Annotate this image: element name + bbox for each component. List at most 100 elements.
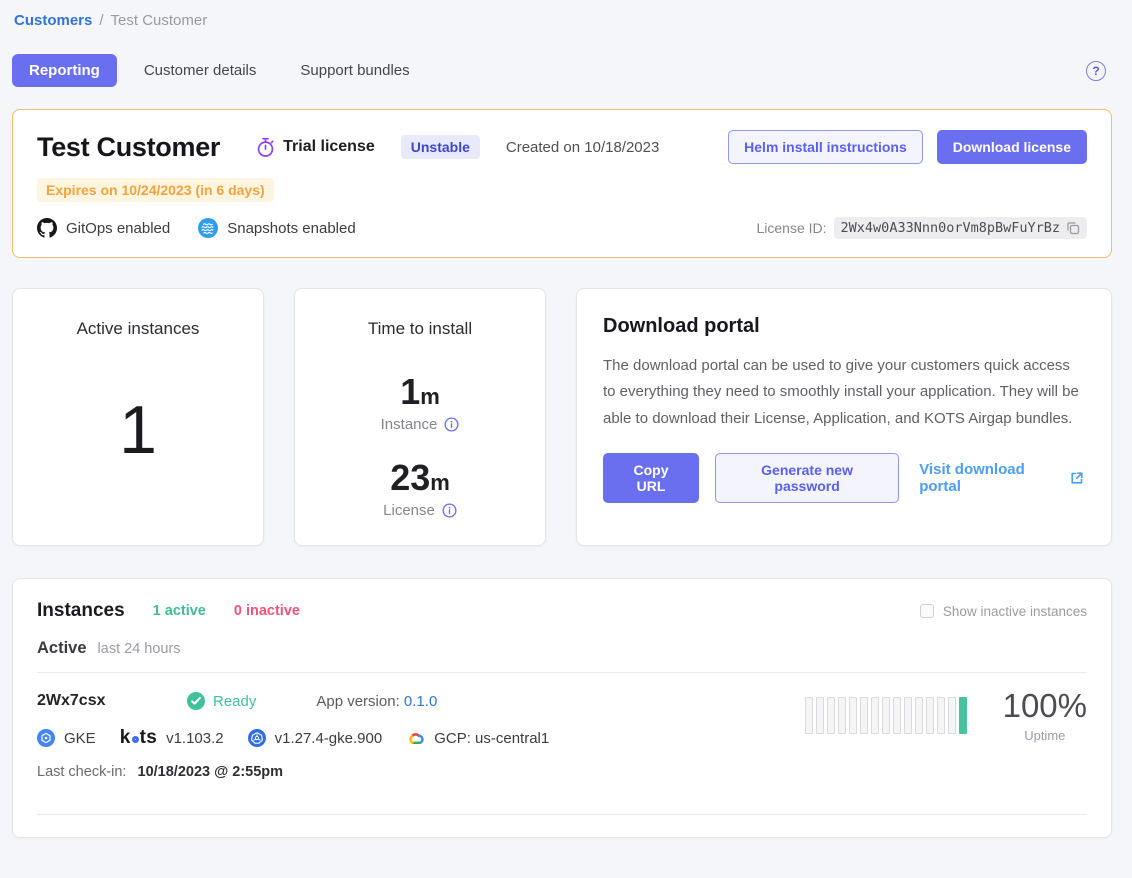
distribution-meta: GKE: [37, 729, 96, 747]
kots-version: v1.103.2: [166, 730, 224, 747]
license-id-text: 2Wx4w0A33Nnn0orVm8pBwFuYrBz: [841, 220, 1060, 236]
uptime-bar: [926, 697, 934, 734]
tab-reporting[interactable]: Reporting: [12, 54, 117, 87]
trial-stopwatch-icon: [256, 137, 275, 158]
uptime-bar: [849, 697, 857, 734]
license-install-time-value: 23: [390, 457, 430, 498]
cloud-region-label: GCP: us-central1: [434, 730, 549, 747]
kubernetes-version: v1.27.4-gke.900: [275, 730, 383, 747]
show-inactive-toggle[interactable]: Show inactive instances: [920, 604, 1087, 619]
tab-bar: Reporting Customer details Support bundl…: [12, 54, 1112, 87]
gitops-feature: GitOps enabled: [37, 218, 170, 238]
license-id-value: 2Wx4w0A33Nnn0orVm8pBwFuYrBz: [834, 217, 1087, 239]
uptime-bar: [805, 697, 813, 734]
uptime-bar: [838, 697, 846, 734]
breadcrumb-separator: /: [99, 12, 103, 29]
snapshots-icon: [198, 218, 218, 238]
external-link-icon: [1069, 470, 1085, 486]
uptime-bar: [827, 697, 835, 734]
download-portal-description: The download portal can be used to give …: [603, 353, 1085, 432]
kubernetes-meta: v1.27.4-gke.900: [248, 729, 383, 747]
inactive-count[interactable]: 0 inactive: [234, 603, 300, 619]
stats-row: Active instances 1 Time to install 1m In…: [12, 288, 1112, 546]
instance-row-line3: Last check-in: 10/18/2023 @ 2:55pm: [37, 764, 1087, 780]
expires-badge: Expires on 10/24/2023 (in 6 days): [37, 178, 274, 202]
kots-logo-o: [132, 736, 139, 743]
distribution-label: GKE: [64, 730, 96, 747]
customer-title: Test Customer: [37, 132, 220, 163]
instances-header: Instances 1 active 0 inactive Show inact…: [37, 600, 1087, 622]
time-to-install-title: Time to install: [295, 319, 545, 339]
active-instances-value: 1: [13, 391, 263, 469]
active-count[interactable]: 1 active: [153, 603, 206, 619]
uptime-stat: 100% Uptime: [1003, 687, 1087, 743]
generate-password-button[interactable]: Generate new password: [715, 453, 899, 503]
active-section-range: last 24 hours: [98, 641, 181, 657]
uptime-bar: [948, 697, 956, 734]
gitops-label: GitOps enabled: [66, 220, 170, 237]
instance-install-label-row: Instance: [295, 416, 545, 433]
last-checkin-value: 10/18/2023 @ 2:55pm: [138, 764, 284, 780]
help-icon[interactable]: ?: [1086, 61, 1106, 81]
show-inactive-checkbox[interactable]: [920, 604, 934, 618]
customer-summary-card: Test Customer Trial license Unstable Cre…: [12, 109, 1112, 258]
license-id: License ID: 2Wx4w0A33Nnn0orVm8pBwFuYrBz: [757, 217, 1088, 239]
breadcrumb-customers-link[interactable]: Customers: [14, 12, 92, 29]
tab-customer-details[interactable]: Customer details: [127, 54, 274, 87]
app-version-label: App version:: [316, 693, 399, 710]
download-license-button[interactable]: Download license: [937, 130, 1087, 164]
instances-title: Instances: [37, 600, 125, 622]
kubernetes-icon: [248, 729, 266, 747]
instances-card: Instances 1 active 0 inactive Show inact…: [12, 578, 1112, 838]
instance-id: 2Wx7csx: [37, 692, 187, 710]
instance-status-label: Ready: [213, 693, 256, 710]
instance-install-label: Instance: [381, 416, 438, 433]
check-circle-icon: [187, 692, 205, 710]
time-to-install-card: Time to install 1m Instance 23m License: [294, 288, 546, 546]
page: Customers / Test Customer Reporting Cust…: [0, 0, 1132, 838]
visit-download-portal-link[interactable]: Visit download portal: [919, 461, 1085, 495]
uptime-bar: [915, 697, 923, 734]
app-version-link[interactable]: 0.1.0: [404, 693, 437, 710]
last-checkin-label: Last check-in:: [37, 764, 126, 780]
download-portal-card: Download portal The download portal can …: [576, 288, 1112, 546]
breadcrumb-current: Test Customer: [111, 12, 208, 29]
uptime-bar: [893, 697, 901, 734]
active-section-header: Active last 24 hours: [37, 639, 1087, 658]
instance-install-time-unit: m: [420, 384, 440, 409]
snapshots-feature: Snapshots enabled: [198, 218, 355, 238]
instance-row: 2Wx7csx Ready App version: 0.1.0: [37, 673, 1087, 800]
uptime-value: 100%: [1003, 687, 1087, 725]
license-install-time-unit: m: [430, 470, 450, 495]
info-icon[interactable]: [442, 503, 457, 518]
active-instances-title: Active instances: [13, 319, 263, 339]
license-install-label-row: License: [295, 502, 545, 519]
customer-card-header-row: Test Customer Trial license Unstable Cre…: [37, 130, 1087, 164]
info-icon[interactable]: [444, 417, 459, 432]
download-portal-actions: Copy URL Generate new password Visit dow…: [603, 453, 1085, 503]
instance-install-time: 1m: [295, 371, 545, 413]
snapshots-label: Snapshots enabled: [227, 220, 355, 237]
kots-meta: kts v1.103.2: [120, 727, 224, 749]
gke-icon: [37, 729, 55, 747]
uptime-label: Uptime: [1003, 728, 1087, 743]
divider: [37, 814, 1087, 815]
channel-badge: Unstable: [401, 135, 480, 159]
kots-logo: kts: [120, 727, 157, 749]
kots-logo-ts: ts: [140, 727, 158, 749]
show-inactive-label: Show inactive instances: [943, 604, 1087, 619]
github-icon: [37, 218, 57, 238]
uptime-bar: [860, 697, 868, 734]
helm-install-instructions-button[interactable]: Helm install instructions: [728, 130, 923, 164]
uptime-block: 100% Uptime: [805, 687, 1087, 743]
copy-url-button[interactable]: Copy URL: [603, 453, 699, 503]
instance-install-time-value: 1: [400, 371, 420, 412]
customer-card-features-row: GitOps enabled Snapshots enabled: [37, 217, 1087, 239]
license-type-label: Trial license: [283, 138, 375, 156]
tab-support-bundles[interactable]: Support bundles: [283, 54, 426, 87]
customer-card-buttons: Helm install instructions Download licen…: [728, 130, 1087, 164]
cloud-meta: GCP: us-central1: [406, 730, 549, 747]
license-type: Trial license: [256, 137, 375, 158]
copy-icon[interactable]: [1066, 221, 1080, 235]
license-install-label: License: [383, 502, 435, 519]
